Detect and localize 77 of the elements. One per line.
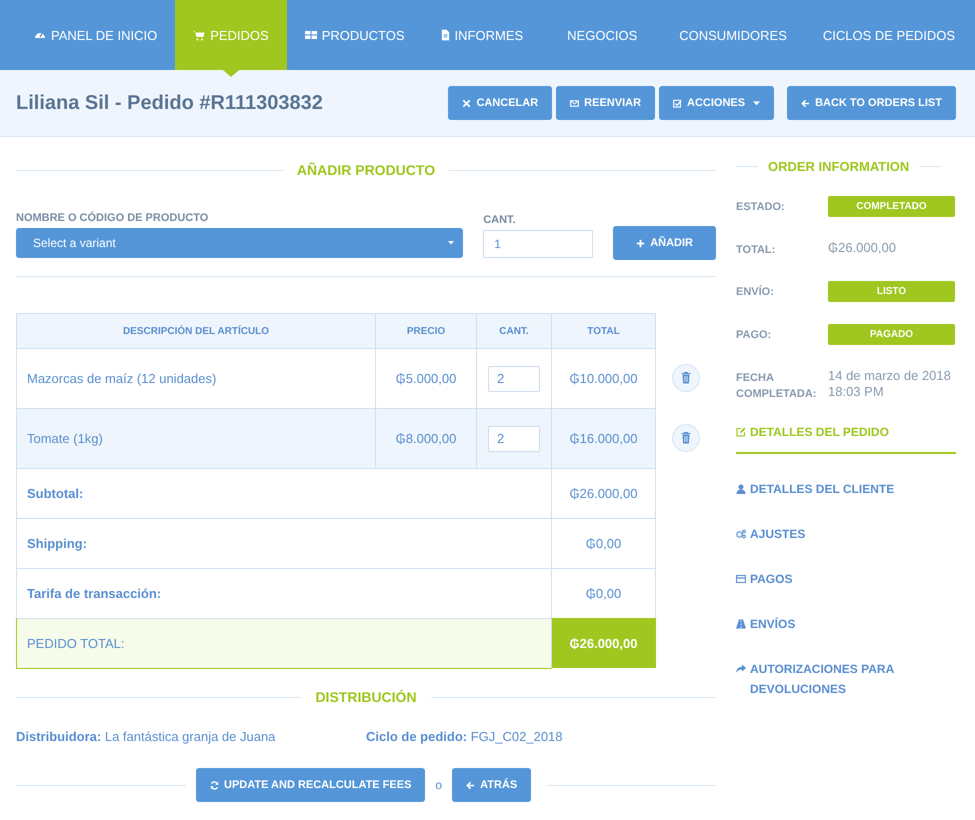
table-cell: ₲16.000,00 [552,408,656,468]
trash-icon [681,372,691,384]
edit-icon [736,427,746,437]
update-button[interactable]: UPDATE AND RECALCULATE FEES [196,768,426,802]
nav-tab[interactable]: PANEL DE INICIO [16,0,176,70]
sidebar-link[interactable]: PAGOS [736,569,956,589]
arrow-left-icon [466,780,476,790]
nav-tab[interactable]: NEGOCIOS [541,0,662,70]
caret-icon [753,100,760,106]
table-cell: Tomate (1kg) [16,408,376,468]
summary-label: Shipping: [16,518,552,568]
delete-button[interactable] [672,364,700,392]
gears-icon [736,529,746,539]
user-icon [736,484,746,494]
summary-label: Subtotal: [16,468,552,518]
credit-card-icon [736,574,746,584]
quantity-field[interactable]: 2 [488,426,540,452]
grid-icon [304,29,317,41]
quantity-field[interactable]: 2 [488,366,540,392]
document-icon [440,29,450,41]
column-header: PRECIO [376,313,477,348]
column-header: DESCRIPCIÓN DEL ARTÍCULO [16,313,376,348]
info-label: FECHA COMPLETADA: [736,371,818,402]
delete-button[interactable] [672,424,700,452]
header-button[interactable]: ACCIONES [659,86,774,120]
column-header: TOTAL [552,313,656,348]
envelope-icon [570,98,580,108]
sidebar-link[interactable]: ENVÍOS [736,614,956,634]
checkbox-icon [673,98,682,108]
info-value: 14 de marzo de 2018 18:03 PM [828,367,952,400]
sidebar-link[interactable]: AUTORIZACIONES PARA DEVOLUCIONES [736,659,956,699]
close-icon [462,98,472,108]
header-button[interactable]: REENVIAR [556,86,656,120]
info-label: TOTAL: [736,243,776,258]
summary-value: ₲26.000,00 [552,468,656,518]
section-heading: ORDER INFORMATION [768,159,910,174]
status-badge: PAGADO [828,324,955,345]
road-icon [736,619,746,629]
info-value: ₲26.000,00 [828,239,897,256]
refresh-icon [210,780,219,790]
column-header: CANT. [477,313,552,348]
quantity-field[interactable]: 1 [483,230,594,258]
info-label: ENVÍO: [736,284,775,300]
share-arrow-icon [736,664,746,674]
sidebar-link[interactable]: DETALLES DEL PEDIDO [736,422,956,454]
nav-tab[interactable]: CONSUMIDORES [661,0,805,70]
sidebar-link[interactable]: DETALLES DEL CLIENTE [736,479,956,499]
info-label: PAGO: [736,328,772,343]
distribution-field: Ciclo de pedido: FGJ_C02_2018 [366,729,716,744]
summary-label: PEDIDO TOTAL: [16,618,552,669]
field-label: CANT. [483,214,517,226]
summary-value: ₲0,00 [552,518,656,568]
section-heading: DISTRIBUCIÓN [315,689,417,705]
nav-tab[interactable]: INFORMES [422,0,542,70]
cart-icon [193,29,206,41]
plus-icon [636,238,646,248]
caret-icon [448,241,454,245]
field-label: NOMBRE O CÓDIGO DE PRODUCTO [16,212,210,224]
trash-icon [681,432,691,444]
info-label: ESTADO: [736,200,786,215]
separator-text: o [435,778,442,792]
header-button[interactable]: BACK TO ORDERS LIST [787,86,956,120]
table-cell: ₲8.000,00 [376,408,477,468]
nav-tab[interactable]: PRODUCTOS [286,0,423,70]
add-button[interactable]: AÑADIR [613,226,716,260]
sidebar-link[interactable]: AJUSTES [736,524,956,544]
back-button[interactable]: ATRÁS [452,768,532,802]
page-title: Liliana Sil - Pedido #R111303832 [16,92,323,114]
header-button[interactable]: CANCELAR [448,86,552,120]
section-heading: AÑADIR PRODUCTO [296,162,436,178]
nav-tab[interactable]: CICLOS DE PEDIDOS [804,0,974,70]
arrow-left-icon [801,98,810,108]
distribution-field: Distribuidora: La fantástica granja de Juana [16,729,366,744]
status-badge: COMPLETADO [828,196,955,217]
status-badge: LISTO [828,281,955,302]
summary-value: ₲26.000,00 [552,618,656,668]
variant-select[interactable]: Select a variant [16,228,464,258]
